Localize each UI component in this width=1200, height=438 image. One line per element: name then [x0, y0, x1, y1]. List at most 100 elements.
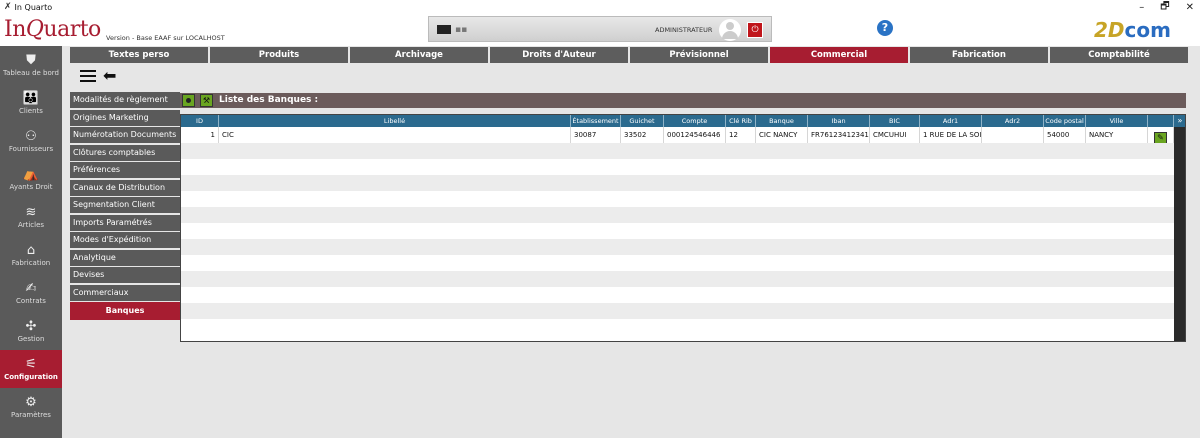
nav-item-parametres[interactable]: ⚙ Paramètres — [0, 388, 62, 426]
column-header-code-postal[interactable]: Code postal — [1044, 115, 1086, 127]
submenu-item-analytique[interactable]: Analytique — [70, 249, 180, 266]
empty-row — [181, 143, 1174, 159]
app-header: InQuarto Version - Base EAAF sur LOCALHO… — [0, 14, 1200, 46]
user-name: ADMINISTRATEUR — [655, 26, 713, 34]
submenu-item-devises[interactable]: Devises — [70, 267, 180, 283]
column-header-banque[interactable]: Banque — [756, 115, 808, 127]
close-icon[interactable]: ✕ — [1186, 2, 1194, 13]
clients-icon: 👪 — [22, 90, 40, 106]
help-icon[interactable]: ? — [877, 20, 893, 36]
empty-row — [181, 207, 1174, 223]
column-header-guichet[interactable]: Guichet — [621, 115, 664, 127]
cell-id: 1 — [181, 127, 219, 143]
column-header-libelle[interactable]: Libellé — [219, 115, 571, 127]
cell-adr1: 1 RUE DE LA SOI — [920, 127, 982, 143]
column-header-iban[interactable]: Iban — [808, 115, 870, 127]
cell-banque: CIC NANCY — [756, 127, 808, 143]
submenu-item-banques[interactable]: Banques — [70, 302, 180, 320]
submenu-item-origines-marketing[interactable]: Origines Marketing — [70, 109, 180, 126]
cell-iban: FR76123412341 — [808, 127, 870, 143]
tab-commercial[interactable]: Commercial — [770, 47, 908, 63]
column-header-compte[interactable]: Compte — [664, 115, 726, 127]
cell-code-postal: 54000 — [1044, 127, 1086, 143]
cell-cle-rib: 12 — [726, 127, 756, 143]
tab-previsionnel[interactable]: Prévisionnel — [630, 47, 768, 63]
tab-archivage[interactable]: Archivage — [350, 47, 488, 63]
empty-row — [181, 319, 1174, 335]
back-arrow-icon[interactable]: ⬅ — [103, 66, 116, 85]
submenu-item-imports-parametres[interactable]: Imports Paramétrés — [70, 214, 180, 231]
column-header-actions — [1148, 115, 1174, 127]
rights-holder-icon: ⛺ — [22, 166, 40, 182]
sliders-icon: ⚟ — [25, 356, 37, 372]
nav-item-configuration[interactable]: ⚟ Configuration — [0, 350, 62, 388]
submenu-item-canaux-distribution[interactable]: Canaux de Distribution — [70, 179, 180, 196]
nav-item-clients[interactable]: 👪 Clients — [0, 84, 62, 122]
suppliers-icon: ⚇ — [25, 128, 37, 144]
nav-item-gestion[interactable]: ✣ Gestion — [0, 312, 62, 350]
column-header-bic[interactable]: BIC — [870, 115, 920, 127]
submenu-item-numerotation-documents[interactable]: Numérotation Documents — [70, 127, 180, 143]
submenu-item-clotures-comptables[interactable]: Clôtures comptables — [70, 144, 180, 161]
cell-ville: NANCY — [1086, 127, 1148, 143]
chat-icon[interactable]: ▪▪ — [455, 25, 467, 35]
minimize-icon[interactable]: – — [1139, 2, 1144, 13]
brand-logo: 2Dcom — [1094, 18, 1171, 42]
list-title: Liste des Banques : — [219, 95, 319, 105]
empty-row — [181, 223, 1174, 239]
column-header-adr1[interactable]: Adr1 — [920, 115, 982, 127]
gears-icon: ⚙ — [25, 394, 37, 410]
grid-scrollbar[interactable] — [1174, 127, 1185, 341]
nav-item-contrats[interactable]: ✍ Contrats — [0, 274, 62, 312]
cell-compte: 000124546446 — [664, 127, 726, 143]
tab-produits[interactable]: Produits — [210, 47, 348, 63]
app-logo: InQuarto — [4, 17, 101, 42]
column-header-adr2[interactable]: Adr2 — [982, 115, 1044, 127]
monitor-icon[interactable] — [437, 25, 451, 34]
nav-item-ayants-droit[interactable]: ⛺ Ayants Droit — [0, 160, 62, 198]
contract-icon: ✍ — [25, 280, 37, 296]
submenu-item-segmentation-client[interactable]: Segmentation Client — [70, 197, 180, 213]
column-header-ville[interactable]: Ville — [1086, 115, 1148, 127]
submenu-item-modes-expedition[interactable]: Modes d'Expédition — [70, 232, 180, 248]
cell-adr2 — [982, 127, 1044, 143]
tab-textes-perso[interactable]: Textes perso — [70, 47, 208, 63]
articles-icon: ≋ — [25, 204, 37, 220]
submenu-item-modalites-reglement[interactable]: Modalités de règlement — [70, 92, 180, 108]
config-submenu: Modalités de règlement Origines Marketin… — [70, 92, 180, 322]
empty-row — [181, 159, 1174, 175]
tools-icon[interactable]: ⚒ — [200, 94, 213, 107]
submenu-item-preferences[interactable]: Préférences — [70, 162, 180, 178]
empty-row — [181, 303, 1174, 319]
submenu-item-commerciaux[interactable]: Commerciaux — [70, 284, 180, 301]
tab-fabrication[interactable]: Fabrication — [910, 47, 1048, 63]
empty-row — [181, 191, 1174, 207]
left-nav: ⛊ Tableau de bord 👪 Clients ⚇ Fournisseurs … — [0, 46, 62, 438]
table-row[interactable]: 1 CIC 30087 33502 000124546446 12 CIC NA… — [181, 127, 1174, 143]
add-bank-button[interactable] — [182, 94, 195, 107]
version-label: Version - Base EAAF sur LOCALHOST — [106, 34, 225, 42]
shield-icon: ⛊ — [26, 52, 36, 68]
cell-etablissement: 30087 — [571, 127, 621, 143]
tab-droits-auteur[interactable]: Droits d'Auteur — [490, 47, 628, 63]
module-tabs: Textes perso Produits Archivage Droits d… — [70, 47, 1188, 63]
nav-item-fournisseurs[interactable]: ⚇ Fournisseurs — [0, 122, 62, 160]
nav-item-fabrication[interactable]: ⌂ Fabrication — [0, 236, 62, 274]
window-title: In Quarto — [14, 2, 53, 12]
column-header-etablissement[interactable]: Établissement — [571, 115, 621, 127]
tab-comptabilite[interactable]: Comptabilité — [1050, 47, 1188, 63]
avatar[interactable] — [719, 19, 741, 41]
column-header-cle-rib[interactable]: Clé Rib — [726, 115, 756, 127]
nav-item-tableau-de-bord[interactable]: ⛊ Tableau de bord — [0, 46, 62, 84]
nav-item-articles[interactable]: ≋ Articles — [0, 198, 62, 236]
power-icon[interactable]: ⏻ — [747, 22, 763, 38]
user-bar: ▪▪ ADMINISTRATEUR ⏻ — [428, 16, 772, 42]
column-header-id[interactable]: ID — [181, 115, 219, 127]
factory-icon: ⌂ — [26, 242, 36, 258]
expand-columns-icon[interactable]: » — [1174, 115, 1185, 127]
hamburger-menu-icon[interactable] — [80, 70, 96, 82]
grid-header: ID Libellé Établissement Guichet Compte … — [181, 115, 1185, 127]
empty-row — [181, 287, 1174, 303]
cell-guichet: 33502 — [621, 127, 664, 143]
banks-grid: ID Libellé Établissement Guichet Compte … — [180, 114, 1186, 342]
